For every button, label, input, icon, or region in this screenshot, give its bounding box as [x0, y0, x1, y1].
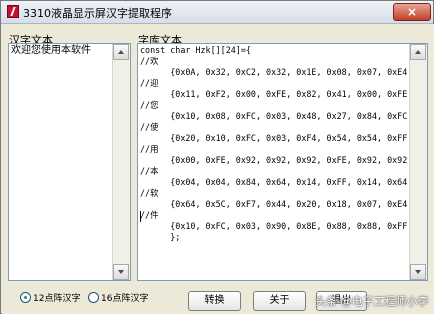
scroll-down-arrow-icon[interactable]: [113, 264, 129, 280]
radio-12-label: 12点阵汉字: [33, 294, 81, 304]
chinese-text-input[interactable]: 欢迎您使用本软件: [8, 43, 131, 281]
radio-16-dot[interactable]: 16点阵汉字: [88, 291, 178, 305]
code-line: };: [140, 232, 181, 242]
font-library-output[interactable]: const char Hzk[][24]={//欢 {0x0A, 0x32, 0…: [137, 43, 428, 281]
text-caret: [140, 211, 141, 222]
about-button[interactable]: 关于: [253, 291, 306, 311]
window-title: 3310液晶显示屏汉字提取程序: [23, 7, 172, 20]
code-line: //用: [140, 144, 159, 154]
chinese-text-content: 欢迎您使用本软件: [11, 45, 91, 56]
radio-16-indicator[interactable]: [88, 292, 99, 303]
chinese-text-scrollbar[interactable]: [112, 44, 130, 280]
code-line: //您: [140, 100, 159, 110]
code-line: {0x0A, 0x32, 0xC2, 0x32, 0x1E, 0x08, 0x0…: [140, 67, 428, 77]
code-line: //迎: [140, 78, 159, 88]
title-bar[interactable]: 3310液晶显示屏汉字提取程序 ×: [1, 1, 433, 24]
scroll-up-arrow-icon[interactable]: [113, 44, 129, 60]
code-line: {0x64, 0x5C, 0xF7, 0x44, 0x20, 0x18, 0x0…: [140, 199, 428, 209]
code-line: {0x10, 0xFC, 0x03, 0x90, 0x8E, 0x88, 0x8…: [140, 221, 428, 231]
code-line: //本: [140, 166, 159, 176]
code-line: //使: [140, 122, 159, 132]
code-line: {0x04, 0x04, 0x84, 0x64, 0x14, 0xFF, 0x1…: [140, 177, 428, 187]
client-area: 汉字文本 欢迎您使用本软件 字库文本 const char Hzk[][24]=…: [2, 24, 434, 314]
close-button[interactable]: ×: [393, 3, 431, 21]
radio-12-indicator[interactable]: [20, 292, 31, 303]
convert-button[interactable]: 转换: [188, 291, 241, 311]
code-line: //欢: [140, 56, 159, 66]
app-icon: [7, 5, 19, 18]
font-library-scrollbar[interactable]: [409, 44, 427, 280]
scroll-up-arrow-icon[interactable]: [410, 44, 426, 60]
code-line: {0x20, 0x10, 0xFC, 0x03, 0xF4, 0x54, 0x5…: [140, 133, 428, 143]
code-line: //软: [140, 188, 159, 198]
font-library-code: const char Hzk[][24]={//欢 {0x0A, 0x32, 0…: [140, 45, 428, 278]
radio-16-label: 16点阵汉字: [101, 294, 149, 304]
app-window: 3310液晶显示屏汉字提取程序 × 汉字文本 欢迎您使用本软件 字库文本 con…: [0, 0, 434, 314]
code-line: {0x10, 0x08, 0xFC, 0x03, 0x48, 0x27, 0x8…: [140, 111, 428, 121]
code-line: const char Hzk[][24]={: [140, 45, 251, 55]
code-line: //件: [140, 210, 159, 220]
scroll-down-arrow-icon[interactable]: [410, 264, 426, 280]
code-line: {0x11, 0xF2, 0x00, 0xFE, 0x82, 0x41, 0x0…: [140, 89, 428, 99]
code-line: {0x00, 0xFE, 0x92, 0x92, 0x92, 0xFE, 0x9…: [140, 155, 428, 165]
watermark-text: 头条 @电子工程师小李: [315, 295, 429, 308]
